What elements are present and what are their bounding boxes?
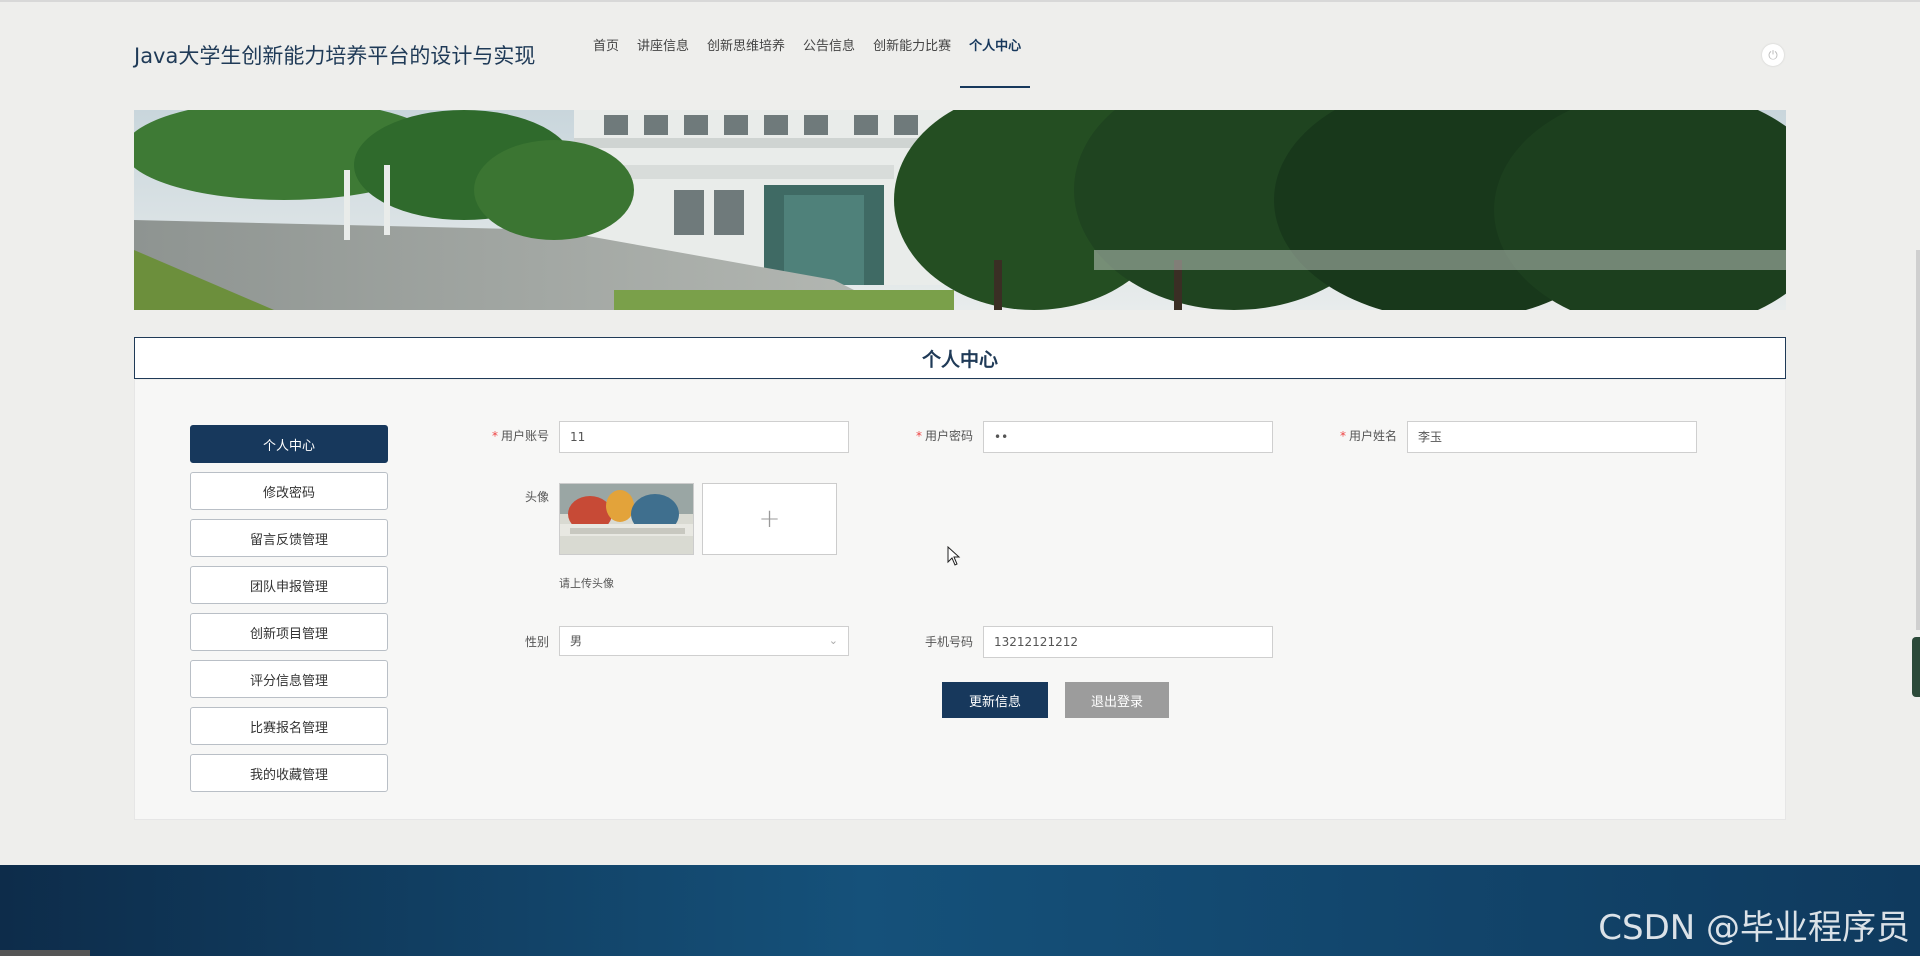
avatar-label: 头像 bbox=[524, 490, 549, 504]
nav-item-home[interactable]: 首页 bbox=[584, 0, 628, 88]
side-item-favorites[interactable]: 我的收藏管理 bbox=[190, 754, 388, 792]
mouse-cursor-icon bbox=[947, 546, 961, 566]
side-item-competition-signup[interactable]: 比赛报名管理 bbox=[190, 707, 388, 745]
name-label: * 用户姓名 bbox=[1339, 429, 1397, 443]
side-item-feedback[interactable]: 留言反馈管理 bbox=[190, 519, 388, 557]
avatar-preview[interactable] bbox=[559, 483, 694, 555]
watermark: CSDN @毕业程序员 bbox=[1598, 908, 1910, 948]
update-info-button[interactable]: 更新信息 bbox=[942, 682, 1048, 718]
gender-label: 性别 bbox=[524, 635, 549, 649]
main-nav: 首页 讲座信息 创新思维培养 公告信息 创新能力比赛 个人中心 bbox=[584, 0, 1031, 88]
upload-hint: 请上传头像 bbox=[559, 577, 614, 590]
side-item-personal-center[interactable]: 个人中心 bbox=[190, 425, 388, 463]
nav-item-lectures[interactable]: 讲座信息 bbox=[628, 0, 698, 88]
logout-button[interactable]: 退出登录 bbox=[1065, 682, 1169, 718]
phone-input[interactable]: 13212121212 bbox=[983, 626, 1273, 658]
account-input[interactable]: 11 bbox=[559, 421, 849, 453]
password-input[interactable]: •• bbox=[983, 421, 1273, 453]
upload-button[interactable]: + bbox=[702, 483, 837, 555]
side-item-team-application[interactable]: 团队申报管理 bbox=[190, 566, 388, 604]
side-menu: 个人中心 修改密码 留言反馈管理 团队申报管理 创新项目管理 评分信息管理 比赛… bbox=[190, 425, 388, 801]
nav-item-innovative-thinking[interactable]: 创新思维培养 bbox=[698, 0, 794, 88]
gender-value: 男 bbox=[570, 634, 583, 648]
chevron-down-icon: ⌄ bbox=[828, 634, 838, 647]
side-item-scoring[interactable]: 评分信息管理 bbox=[190, 660, 388, 698]
phone-label: 手机号码 bbox=[924, 635, 973, 649]
side-item-change-password[interactable]: 修改密码 bbox=[190, 472, 388, 510]
nav-item-personal-center[interactable]: 个人中心 bbox=[960, 0, 1031, 88]
content-panel: 个人中心 修改密码 留言反馈管理 团队申报管理 创新项目管理 评分信息管理 比赛… bbox=[134, 380, 1786, 820]
bottom-strip bbox=[0, 950, 90, 956]
scrollbar[interactable] bbox=[1916, 250, 1920, 630]
nav-item-competitions[interactable]: 创新能力比赛 bbox=[864, 0, 960, 88]
section-title: 个人中心 bbox=[134, 337, 1786, 379]
side-handle[interactable] bbox=[1912, 637, 1920, 697]
side-item-innovation-projects[interactable]: 创新项目管理 bbox=[190, 613, 388, 651]
power-icon[interactable]: ⏻ bbox=[1762, 44, 1784, 66]
gender-select[interactable]: 男 ⌄ bbox=[559, 626, 849, 656]
banner-image bbox=[134, 110, 1786, 310]
nav-item-announcements[interactable]: 公告信息 bbox=[794, 0, 864, 88]
header: Java大学生创新能力培养平台的设计与实现 首页 讲座信息 创新思维培养 公告信… bbox=[134, 0, 1786, 110]
password-label: * 用户密码 bbox=[915, 429, 973, 443]
site-title: Java大学生创新能力培养平台的设计与实现 bbox=[134, 44, 536, 68]
name-input[interactable]: 李玉 bbox=[1407, 421, 1697, 453]
account-label: * 用户账号 bbox=[491, 429, 549, 443]
